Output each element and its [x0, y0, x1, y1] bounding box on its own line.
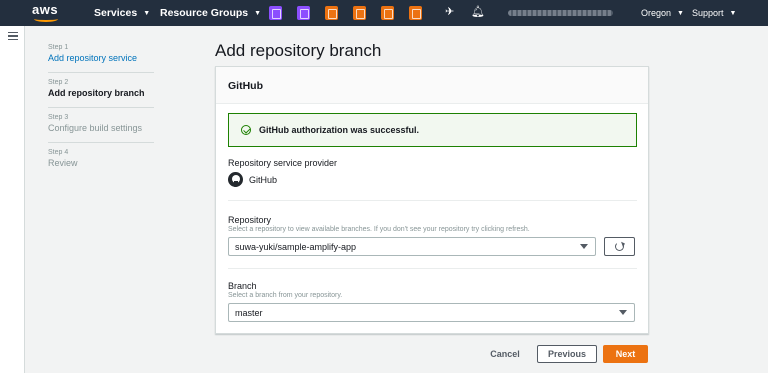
- step-number: Step 1: [48, 44, 69, 51]
- bell-icon[interactable]: 🔔︎: [471, 5, 485, 18]
- provider-value: GitHub: [228, 172, 277, 187]
- resource-groups-menu[interactable]: Resource Groups ▼: [160, 0, 261, 26]
- previous-button[interactable]: Previous: [537, 345, 597, 363]
- branch-value: master: [235, 307, 263, 318]
- branch-label: Branch: [228, 281, 257, 291]
- github-panel: GitHub GitHub authorization was successf…: [215, 66, 649, 334]
- caret-down-icon: ▼: [143, 9, 151, 17]
- orange-service-icon-4[interactable]: [409, 6, 422, 20]
- top-nav: aws Services ▼ Resource Groups ▼ ✈ 🔔︎ Or…: [0, 0, 768, 26]
- repository-value: suwa-yuki/sample-amplify-app: [235, 241, 357, 252]
- cancel-button[interactable]: Cancel: [484, 345, 526, 363]
- aws-smile-icon: [34, 16, 58, 22]
- resource-groups-label: Resource Groups: [160, 7, 249, 19]
- branch-description: Select a branch from your repository.: [228, 292, 343, 299]
- panel-header: GitHub: [216, 67, 648, 104]
- refresh-icon: [615, 242, 624, 251]
- purple-service-icon[interactable]: [269, 6, 282, 20]
- region-menu[interactable]: Oregon ▼: [641, 0, 684, 26]
- step-4: Step 4 Review: [48, 149, 154, 177]
- aws-logo-text: aws: [32, 2, 59, 17]
- dropdown-arrow-icon: [580, 244, 588, 249]
- services-menu[interactable]: Services ▼: [94, 0, 150, 26]
- orange-service-icon[interactable]: [325, 6, 338, 20]
- divider: [228, 268, 637, 269]
- provider-label: Repository service provider: [228, 158, 338, 168]
- caret-down-icon: ▼: [254, 9, 262, 17]
- check-circle-icon: [241, 125, 251, 135]
- dropdown-arrow-icon: [619, 310, 627, 315]
- step-number: Step 2: [48, 79, 69, 86]
- alert-text: GitHub authorization was successful.: [259, 125, 420, 135]
- account-menu-redacted[interactable]: [508, 10, 613, 16]
- repository-description: Select a repository to view available br…: [228, 226, 530, 233]
- step-number: Step 3: [48, 114, 69, 121]
- step-label: Review: [48, 158, 78, 168]
- orange-service-icon-3[interactable]: [381, 6, 394, 20]
- page-title: Add repository branch: [215, 41, 382, 60]
- region-label: Oregon: [641, 8, 672, 18]
- branch-select[interactable]: master: [228, 303, 635, 322]
- caret-down-icon: ▼: [729, 9, 737, 17]
- step-number: Step 4: [48, 149, 69, 156]
- purple-service-icon-2[interactable]: [297, 6, 310, 20]
- caret-down-icon: ▼: [677, 9, 684, 17]
- aws-logo[interactable]: aws: [32, 3, 66, 23]
- support-menu[interactable]: Support ▼: [692, 0, 736, 26]
- wizard-steps: Step 1 Add repository service Step 2 Add…: [48, 44, 154, 183]
- step-2: Step 2 Add repository branch: [48, 79, 154, 108]
- step-3: Step 3 Configure build settings: [48, 114, 154, 143]
- step-1[interactable]: Step 1 Add repository service: [48, 44, 154, 73]
- support-label: Support: [692, 8, 724, 18]
- services-label: Services: [94, 7, 138, 19]
- side-nav-strip: [0, 26, 25, 373]
- github-icon: [228, 172, 243, 187]
- repository-label: Repository: [228, 215, 272, 225]
- refresh-button[interactable]: [604, 237, 635, 256]
- next-button[interactable]: Next: [603, 345, 648, 363]
- step-label: Add repository branch: [48, 88, 145, 98]
- orange-service-icon-2[interactable]: [353, 6, 366, 20]
- repository-select[interactable]: suwa-yuki/sample-amplify-app: [228, 237, 596, 256]
- hamburger-menu-icon[interactable]: [8, 32, 18, 40]
- pin-icon[interactable]: ✈: [445, 5, 454, 18]
- divider: [228, 200, 637, 201]
- step-label[interactable]: Add repository service: [48, 53, 154, 63]
- provider-name: GitHub: [249, 174, 278, 185]
- success-alert: GitHub authorization was successful.: [228, 113, 637, 147]
- step-label: Configure build settings: [48, 123, 143, 133]
